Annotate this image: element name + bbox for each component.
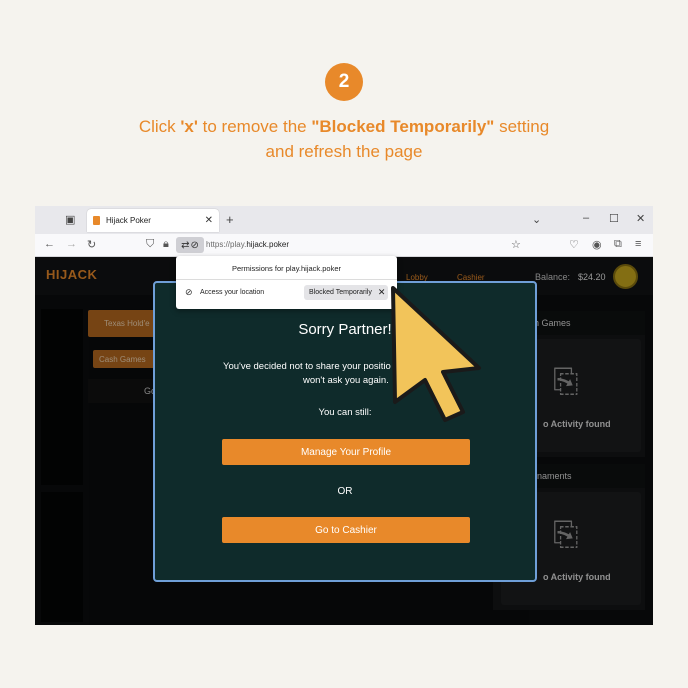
pocket-icon[interactable]: ♡ [569,238,579,251]
tab-list-chevron-icon[interactable]: ⌄ [532,213,541,226]
url-bar[interactable]: https://play.hijack.poker [206,240,289,249]
navigation-bar: ← → ↻ ⛉ 🔒︎ ⇄ ⊘ https://play.hijack.poker … [35,234,653,257]
permissions-toggle-button[interactable]: ⇄ ⊘ [176,237,204,253]
window-close-button[interactable]: ✕ [636,212,645,225]
tab-overview-icon[interactable]: ▣ [65,213,75,226]
divider [176,279,397,280]
window-minimize-button[interactable]: – [583,212,589,224]
tracking-shield-icon[interactable]: ⛉ [146,238,154,251]
extensions-icon[interactable]: ⧉ [614,238,622,251]
modal-message-line-1: You've decided not to share your positio [223,361,391,372]
window-maximize-button[interactable]: ☐ [609,212,619,225]
instruction-line-1: Click 'x' to remove the "Blocked Tempora… [138,117,550,136]
bookmark-star-icon[interactable]: ☆ [511,238,521,251]
menu-icon[interactable]: ≡ [635,238,641,250]
back-arrow-icon[interactable]: ← [44,238,55,250]
site-page: HIJACK Lobby Cashier Balance: $24.20 Texa… [35,257,653,625]
modal-message-line-2: won't ask you again. [303,375,389,386]
browser-screenshot: ▣ Hijack Poker ✕ + ⌄ – ☐ ✕ ← → ↻ ⛉ 🔒︎ ⇄ ⊘… [35,206,653,625]
tab-bar: ▣ Hijack Poker ✕ + ⌄ – ☐ ✕ [35,206,653,234]
pointer-cursor-icon [391,286,481,422]
permissions-popup: Permissions for play.hijack.poker ⊘ Acce… [176,256,397,309]
tab-close-icon[interactable]: ✕ [205,215,213,226]
permissions-popup-title: Permissions for play.hijack.poker [231,264,342,273]
forward-arrow-icon[interactable]: → [66,238,77,250]
instruction-line-2: and refresh the page [265,142,423,161]
blocked-temporarily-text: Blocked Temporarily [309,289,372,296]
step-number-badge: 2 [325,63,363,101]
modal-or-text: OR [337,486,353,497]
new-tab-button[interactable]: + [226,212,234,227]
tab-hijack-poker[interactable]: Hijack Poker ✕ [87,209,219,232]
go-to-cashier-button[interactable]: Go to Cashier [222,517,470,543]
favicon-icon [93,216,100,225]
blocked-temporarily-chip: Blocked Temporarily ✕ [304,285,388,300]
location-blocked-icon: ⊘ [190,239,199,251]
location-blocked-icon: ⊘ [185,287,193,297]
location-permission-label: Access your location [200,289,265,296]
manage-profile-button[interactable]: Manage Your Profile [222,439,470,465]
account-icon[interactable]: ◉ [592,238,602,251]
permissions-icon: ⇄ [181,239,190,251]
reload-icon[interactable]: ↻ [87,238,96,251]
lock-icon[interactable]: 🔒︎ [163,238,169,251]
remove-permission-close-icon[interactable]: ✕ [378,287,386,298]
tab-title: Hijack Poker [106,216,151,225]
